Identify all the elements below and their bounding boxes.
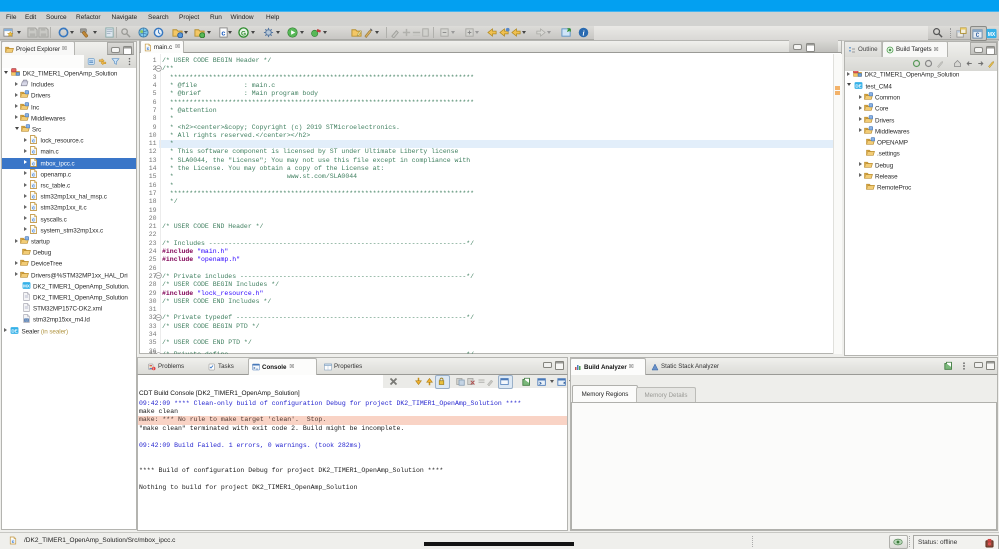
svg-text:C: C	[976, 32, 980, 39]
svg-text:i: i	[582, 28, 584, 37]
svg-text:c: c	[221, 30, 225, 38]
svg-text:MX: MX	[988, 31, 996, 37]
svg-text:G: G	[241, 30, 246, 37]
